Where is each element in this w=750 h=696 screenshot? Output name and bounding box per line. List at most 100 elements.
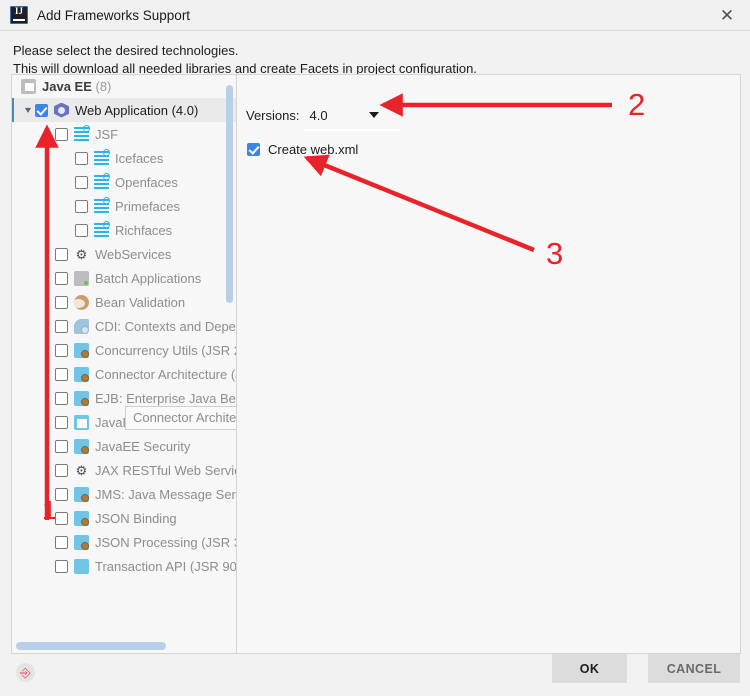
dialog-description: Please select the desired technologies. …	[0, 31, 750, 77]
tree-item-bean-validation[interactable]: Bean Validation	[12, 290, 236, 314]
versions-label: Versions:	[246, 107, 300, 123]
javaee-app-icon	[74, 414, 89, 430]
gear-icon: ⚙	[75, 246, 88, 262]
frameworks-tree-panel[interactable]: Java EE (8) ▾ Web Application (4.0) ▾ JSF Ice…	[11, 74, 237, 654]
tree-header-label: Java EE (8)	[42, 79, 112, 94]
frameworks-tree[interactable]: Java EE (8) ▾ Web Application (4.0) ▾ JSF Ice…	[12, 75, 236, 653]
tree-item-checkbox[interactable]	[75, 199, 88, 213]
framework-details-panel: Versions: 4.0 Create web.xml	[236, 74, 741, 654]
tree-item-label: JAX RESTful Web Services	[95, 462, 236, 478]
tree-item-label: Connector Architecture (JSR	[95, 366, 236, 382]
tree-item-checkbox[interactable]	[55, 343, 68, 357]
window-title: Add Frameworks Support	[37, 7, 191, 23]
tree-item-checkbox[interactable]	[55, 391, 68, 405]
tree-item-transaction-api-jsr-907[interactable]: Transaction API (JSR 907)	[12, 554, 236, 578]
tree-item-icefaces[interactable]: Icefaces	[12, 146, 236, 170]
jar-icon	[74, 486, 89, 502]
tree-item-richfaces[interactable]: Richfaces	[12, 218, 236, 242]
tree-header-java-ee: Java EE (8)	[12, 75, 236, 98]
chevron-down-icon	[369, 112, 380, 118]
tree-item-checkbox[interactable]	[75, 151, 88, 165]
tree-item-checkbox[interactable]	[55, 535, 68, 549]
tree-item-label: Bean Validation	[95, 294, 186, 310]
tree-item-primefaces[interactable]: Primefaces	[12, 194, 236, 218]
tree-item-checkbox[interactable]	[55, 463, 68, 477]
description-line-1: Please select the desired technologies.	[13, 43, 239, 58]
jsf-icon	[94, 196, 110, 214]
tree-item-label: JSON Processing (JSR 353	[95, 534, 236, 550]
tree-item-label: CDI: Contexts and Depend	[95, 318, 236, 334]
plain-icon	[74, 558, 89, 574]
tree-item-jsf[interactable]: ▾ JSF	[12, 122, 236, 146]
tree-horizontal-scrollbar[interactable]	[16, 642, 166, 650]
cancel-button[interactable]: CANCEL	[648, 654, 740, 683]
create-webxml-row[interactable]: Create web.xml	[247, 142, 358, 157]
cdi-icon	[74, 318, 89, 334]
tree-item-checkbox[interactable]	[55, 127, 68, 141]
tree-item-checkbox[interactable]	[55, 511, 68, 525]
ok-button[interactable]: OK	[552, 654, 627, 683]
tree-item-checkbox[interactable]	[55, 271, 68, 285]
versions-selected-value: 4.0	[309, 107, 328, 123]
tree-item-openfaces[interactable]: Openfaces	[12, 170, 236, 194]
tree-item-label: EJB: Enterprise Java Bean	[95, 390, 236, 406]
tree-item-label: JMS: Java Message Servic	[95, 486, 236, 502]
tree-item-checkbox[interactable]	[55, 319, 68, 333]
window-titlebar: Add Frameworks Support ✕	[0, 0, 750, 31]
jar-icon	[74, 534, 89, 550]
annotation-label-2: 2	[628, 87, 646, 122]
tree-item-checkbox[interactable]	[55, 487, 68, 501]
tree-item-label: Primefaces	[115, 198, 181, 214]
tree-item-jax-restful-web-services[interactable]: ⚙ JAX RESTful Web Services	[12, 458, 236, 482]
jsf-icon	[94, 148, 110, 166]
annotation-label-1: 1	[42, 495, 57, 525]
tree-item-checkbox[interactable]	[55, 415, 68, 429]
tree-item-concurrency-utils-jsr-236[interactable]: Concurrency Utils (JSR 236	[12, 338, 236, 362]
tree-item-label: Richfaces	[115, 222, 173, 238]
versions-dropdown[interactable]: 4.0	[303, 104, 402, 131]
tree-item-checkbox[interactable]	[55, 439, 68, 453]
tree-item-label: JSON Binding	[95, 510, 177, 526]
tree-item-label: Batch Applications	[95, 270, 202, 286]
intellij-idea-icon	[10, 6, 28, 24]
tree-item-label: Icefaces	[115, 150, 164, 166]
jar-icon	[74, 390, 89, 406]
javaee-icon	[21, 79, 36, 94]
tree-item-checkbox[interactable]	[55, 367, 68, 381]
bean-validation-icon	[74, 294, 89, 310]
versions-row: Versions: 4.0	[246, 104, 402, 131]
jsf-icon	[94, 220, 110, 238]
create-webxml-label: Create web.xml	[268, 142, 359, 157]
tree-item-cdi-contexts-and-depend[interactable]: CDI: Contexts and Depend	[12, 314, 236, 338]
tree-item-checkbox[interactable]	[35, 103, 48, 117]
tree-item-label: Concurrency Utils (JSR 236	[95, 342, 236, 358]
tree-item-checkbox[interactable]	[75, 175, 88, 189]
batch-icon	[74, 270, 89, 286]
tree-item-json-processing-jsr-353[interactable]: JSON Processing (JSR 353	[12, 530, 236, 554]
tree-item-label: Transaction API (JSR 907)	[95, 558, 236, 574]
tree-item-connector-architecture-jsr[interactable]: Connector Architecture (JSR	[12, 362, 236, 386]
tree-item-javaee-security[interactable]: JavaEE Security	[12, 434, 236, 458]
close-icon[interactable]: ✕	[704, 0, 750, 30]
jar-icon	[74, 438, 89, 454]
tree-item-checkbox[interactable]	[55, 559, 68, 573]
tree-item-web-application-4-0[interactable]: ▾ Web Application (4.0)	[12, 98, 236, 122]
tree-item-webservices[interactable]: ⚙ WebServices	[12, 242, 236, 266]
tree-vertical-scrollbar[interactable]	[226, 85, 233, 303]
tree-item-checkbox[interactable]	[55, 295, 68, 309]
tree-item-checkbox[interactable]	[75, 223, 88, 237]
tree-item-label: Openfaces	[115, 174, 178, 190]
tree-item-label: JavaEE Security	[95, 438, 191, 454]
jsf-icon	[94, 172, 110, 190]
tree-item-checkbox[interactable]	[55, 247, 68, 261]
gear-icon: ⚙	[75, 462, 88, 478]
annotation-label-3: 3	[546, 236, 564, 271]
help-icon[interactable]: ⎆	[16, 663, 35, 682]
create-webxml-checkbox[interactable]	[247, 143, 260, 156]
tree-item-label: Web Application (4.0)	[75, 102, 199, 118]
jar-icon	[74, 510, 89, 526]
jar-icon	[74, 366, 89, 382]
jsf-icon	[74, 124, 90, 142]
tree-item-batch-applications[interactable]: Batch Applications	[12, 266, 236, 290]
jar-icon	[74, 342, 89, 358]
